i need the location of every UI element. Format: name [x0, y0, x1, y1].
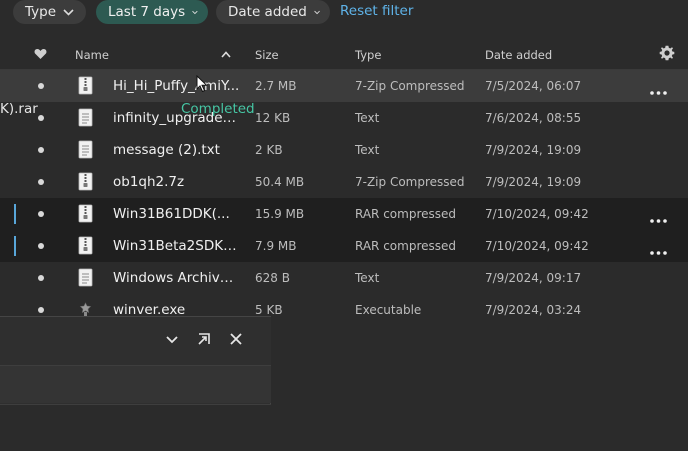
- date-range-filter-label: Last 7 days: [108, 4, 186, 20]
- file-date-added: 7/9/2024, 19:09: [485, 175, 582, 189]
- file-row[interactable]: message (2).txt 2 KB Text 7/9/2024, 19:09: [0, 134, 688, 166]
- archive-file-icon: [78, 236, 93, 255]
- file-date-added: 7/9/2024, 03:24: [485, 303, 582, 317]
- file-date-added: 7/10/2024, 09:42: [485, 207, 589, 221]
- favorite-toggle[interactable]: [38, 307, 44, 313]
- download-item[interactable]: [0, 404, 271, 451]
- sort-dropdown[interactable]: Date added: [216, 0, 330, 24]
- favorite-toggle[interactable]: [38, 243, 44, 249]
- gear-icon[interactable]: [659, 45, 675, 61]
- file-size: 50.4 MB: [255, 175, 305, 189]
- archive-file-icon: [78, 204, 93, 223]
- file-name[interactable]: Hi_Hi_Puffy_AmiY...: [113, 78, 241, 94]
- favorite-toggle[interactable]: [38, 179, 44, 185]
- file-size: 2 KB: [255, 143, 283, 157]
- file-type: RAR compressed: [355, 207, 457, 221]
- type-filter-dropdown[interactable]: Type: [13, 0, 86, 24]
- file-size: 15.9 MB: [255, 207, 305, 221]
- downloads-panel-header: [0, 317, 271, 365]
- more-options-icon[interactable]: [650, 212, 667, 223]
- text-file-icon: [78, 140, 93, 159]
- text-file-icon: [78, 108, 93, 127]
- date-range-filter-dropdown[interactable]: Last 7 days: [96, 0, 208, 24]
- archive-file-icon: [78, 172, 93, 191]
- filter-bar: Type Last 7 days Date added Reset filter: [0, 0, 688, 27]
- file-size: 5 KB: [255, 303, 283, 317]
- sort-label: Date added: [228, 4, 307, 20]
- pop-out-icon[interactable]: [196, 331, 212, 347]
- file-row[interactable]: Win31B61DDK(... 15.9 MB RAR compressed 7/10…: [0, 198, 688, 230]
- download-item-name: K).rar: [0, 101, 38, 117]
- file-row[interactable]: infinity_upgrades_... 12 KB Text 7/6/2024, …: [0, 102, 688, 134]
- file-type: Text: [355, 111, 380, 125]
- column-header-name[interactable]: Name: [75, 48, 109, 62]
- column-header-date-added[interactable]: Date added: [485, 48, 552, 62]
- file-size: 628 B: [255, 271, 290, 285]
- favorite-toggle[interactable]: [38, 115, 44, 121]
- file-name[interactable]: Windows Archive ...: [113, 270, 241, 286]
- favorite-toggle[interactable]: [38, 83, 44, 89]
- text-file-icon: [78, 268, 93, 287]
- file-row[interactable]: Win31Beta2SDK(... 7.9 MB RAR compressed 7/1…: [0, 230, 688, 262]
- file-date-added: 7/9/2024, 19:09: [485, 143, 582, 157]
- file-type: Text: [355, 271, 380, 285]
- file-type: RAR compressed: [355, 239, 457, 253]
- downloads-panel-toolbar: [0, 365, 271, 403]
- close-icon[interactable]: [228, 331, 244, 347]
- type-filter-label: Type: [25, 4, 57, 20]
- chevron-down-icon: [63, 8, 74, 16]
- more-options-icon[interactable]: [650, 84, 667, 95]
- chevron-down-icon[interactable]: [164, 331, 180, 347]
- mouse-cursor-icon: [196, 75, 208, 93]
- file-size: 12 KB: [255, 111, 291, 125]
- file-name[interactable]: message (2).txt: [113, 142, 241, 158]
- reset-filter-link[interactable]: Reset filter: [340, 3, 413, 19]
- file-date-added: 7/5/2024, 06:07: [485, 79, 582, 93]
- heart-icon[interactable]: [34, 48, 47, 60]
- table-header: Name Size Type Date added: [0, 38, 688, 70]
- file-name[interactable]: ob1qh2.7z: [113, 174, 241, 190]
- downloads-panel: [0, 316, 271, 451]
- file-size: 2.7 MB: [255, 79, 297, 93]
- selection-indicator: [14, 236, 16, 256]
- archive-file-icon: [78, 76, 93, 95]
- file-name[interactable]: Win31Beta2SDK(...: [113, 238, 241, 254]
- file-type: Executable: [355, 303, 422, 317]
- file-date-added: 7/10/2024, 09:42: [485, 239, 589, 253]
- selection-indicator: [14, 204, 16, 224]
- sort-ascending-icon[interactable]: [221, 51, 231, 58]
- file-row[interactable]: Hi_Hi_Puffy_AmiY... 2.7 MB 7-Zip Compresse…: [0, 70, 688, 102]
- file-name[interactable]: Win31B61DDK(...: [113, 206, 241, 222]
- more-options-icon[interactable]: [650, 244, 667, 255]
- file-date-added: 7/6/2024, 08:55: [485, 111, 582, 125]
- favorite-toggle[interactable]: [38, 275, 44, 281]
- download-item-status: Completed: [181, 101, 255, 117]
- file-date-added: 7/9/2024, 09:17: [485, 271, 582, 285]
- column-header-size[interactable]: Size: [255, 48, 279, 62]
- file-size: 7.9 MB: [255, 239, 297, 253]
- chevron-down-icon: [192, 10, 198, 14]
- column-header-type[interactable]: Type: [355, 48, 381, 62]
- file-type: 7-Zip Compressed: [355, 175, 465, 189]
- file-row[interactable]: ob1qh2.7z 50.4 MB 7-Zip Compressed 7/9/2024…: [0, 166, 688, 198]
- file-row[interactable]: Windows Archive ... 628 B Text 7/9/2024, 09…: [0, 262, 688, 294]
- file-type: 7-Zip Compressed: [355, 79, 465, 93]
- favorite-toggle[interactable]: [38, 211, 44, 217]
- file-type: Text: [355, 143, 380, 157]
- chevron-down-icon: [314, 10, 320, 14]
- favorite-toggle[interactable]: [38, 147, 44, 153]
